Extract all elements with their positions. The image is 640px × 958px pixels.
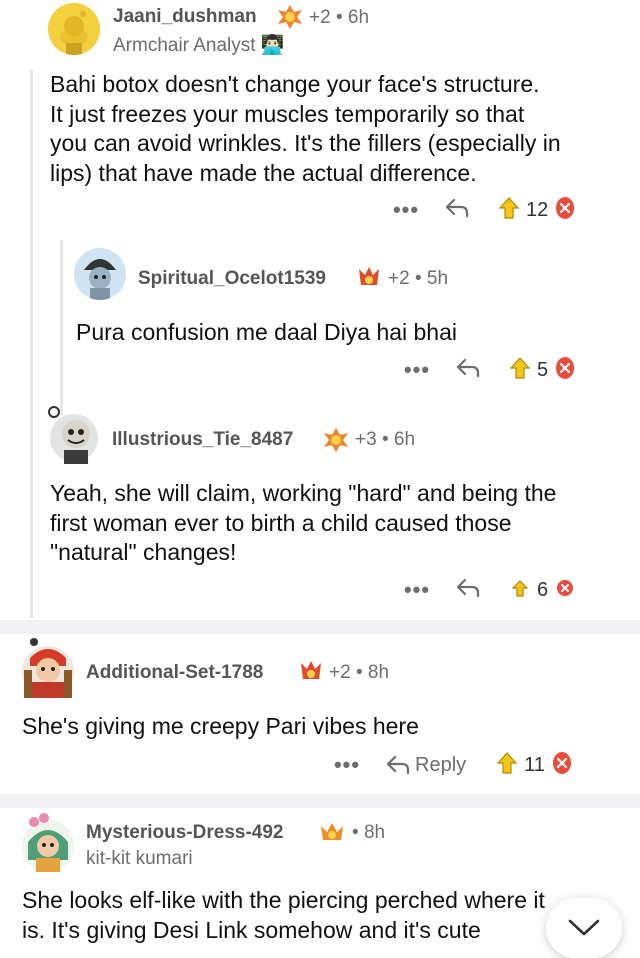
username[interactable]: Illustrious_Tie_8487 — [112, 429, 293, 451]
separator: • — [381, 429, 389, 450]
award-count: +2 — [329, 662, 351, 683]
award-count: +2 — [309, 7, 331, 28]
username[interactable]: Additional-Set-1788 — [86, 662, 263, 684]
comment-divider — [0, 794, 640, 808]
comment-meta: +2 • 8h — [329, 662, 389, 684]
more-options-button[interactable]: ••• — [397, 357, 437, 383]
comment-body: Pura confusion me daal Diya hai bhai — [76, 319, 458, 345]
timestamp: 8h — [367, 662, 390, 683]
comment-meta: +2 • 6h — [309, 7, 369, 29]
comment-actions: ••• Reply 11 — [327, 749, 573, 781]
comment-divider — [0, 620, 640, 634]
comment-body: She's giving me creepy Pari vibes here — [22, 713, 419, 739]
downvote-icon[interactable] — [554, 356, 576, 385]
award-icon — [355, 265, 383, 296]
more-options-button[interactable]: ••• — [386, 197, 426, 223]
comment-body: She looks elf-like with the piercing per… — [22, 887, 545, 943]
award-icon — [322, 427, 350, 458]
thread-line — [30, 70, 33, 618]
chevron-down-icon — [568, 919, 600, 936]
scroll-down-button[interactable] — [546, 898, 622, 958]
comment-actions: ••• 5 — [397, 354, 576, 386]
timestamp: 6h — [393, 429, 416, 450]
reply-label: Reply — [415, 753, 467, 776]
comment-meta: +2 • 5h — [388, 268, 448, 290]
downvote-icon[interactable] — [554, 576, 576, 605]
award-icon — [297, 659, 325, 690]
vote-count: 5 — [537, 358, 549, 381]
upvote-icon[interactable] — [509, 576, 531, 605]
user-flair: Armchair Analyst 👨🏻‍💻 — [113, 35, 285, 56]
upvote-icon[interactable] — [496, 751, 518, 780]
separator: • — [335, 7, 343, 28]
comment-actions: ••• 6 — [397, 574, 576, 606]
avatar[interactable] — [20, 812, 76, 874]
more-options-button[interactable]: ••• — [327, 752, 367, 778]
comment-meta: +3 • 6h — [355, 429, 415, 451]
vote-count: 6 — [537, 578, 549, 601]
timestamp: 6h — [347, 7, 370, 28]
avatar[interactable] — [46, 404, 100, 466]
award-icon — [318, 820, 346, 851]
user-flair: kit-kit kumari — [86, 848, 193, 869]
comment-actions: ••• 12 — [386, 194, 576, 226]
separator: • — [414, 268, 422, 289]
comment-meta: • 8h — [352, 822, 385, 844]
reply-icon[interactable] — [455, 577, 485, 604]
separator: • — [352, 822, 359, 843]
upvote-icon[interactable] — [509, 356, 531, 385]
award-count: +3 — [355, 429, 377, 450]
avatar[interactable] — [48, 3, 100, 55]
comment-body: Bahi botox doesn't change your face's st… — [50, 71, 561, 186]
thread-line — [60, 240, 63, 415]
reply-icon — [386, 755, 410, 775]
downvote-icon[interactable] — [554, 196, 576, 225]
comment-body: Yeah, she will claim, working "hard" and… — [50, 480, 557, 565]
avatar[interactable] — [74, 248, 126, 300]
downvote-icon[interactable] — [551, 751, 573, 780]
avatar[interactable] — [20, 636, 76, 700]
reply-icon[interactable] — [455, 357, 485, 384]
reply-button[interactable]: Reply — [385, 754, 466, 777]
more-options-button[interactable]: ••• — [397, 577, 437, 603]
separator: • — [355, 662, 363, 683]
timestamp: 5h — [426, 268, 449, 289]
award-icon — [276, 4, 304, 35]
username[interactable]: Spiritual_Ocelot1539 — [138, 268, 326, 290]
vote-count: 11 — [524, 753, 545, 776]
username[interactable]: Jaani_dushman — [113, 6, 257, 28]
upvote-icon[interactable] — [498, 196, 520, 225]
vote-count: 12 — [526, 198, 549, 221]
username[interactable]: Mysterious-Dress-492 — [86, 822, 283, 844]
award-count: +2 — [388, 268, 410, 289]
timestamp: 8h — [363, 822, 386, 843]
reply-icon[interactable] — [444, 197, 474, 224]
